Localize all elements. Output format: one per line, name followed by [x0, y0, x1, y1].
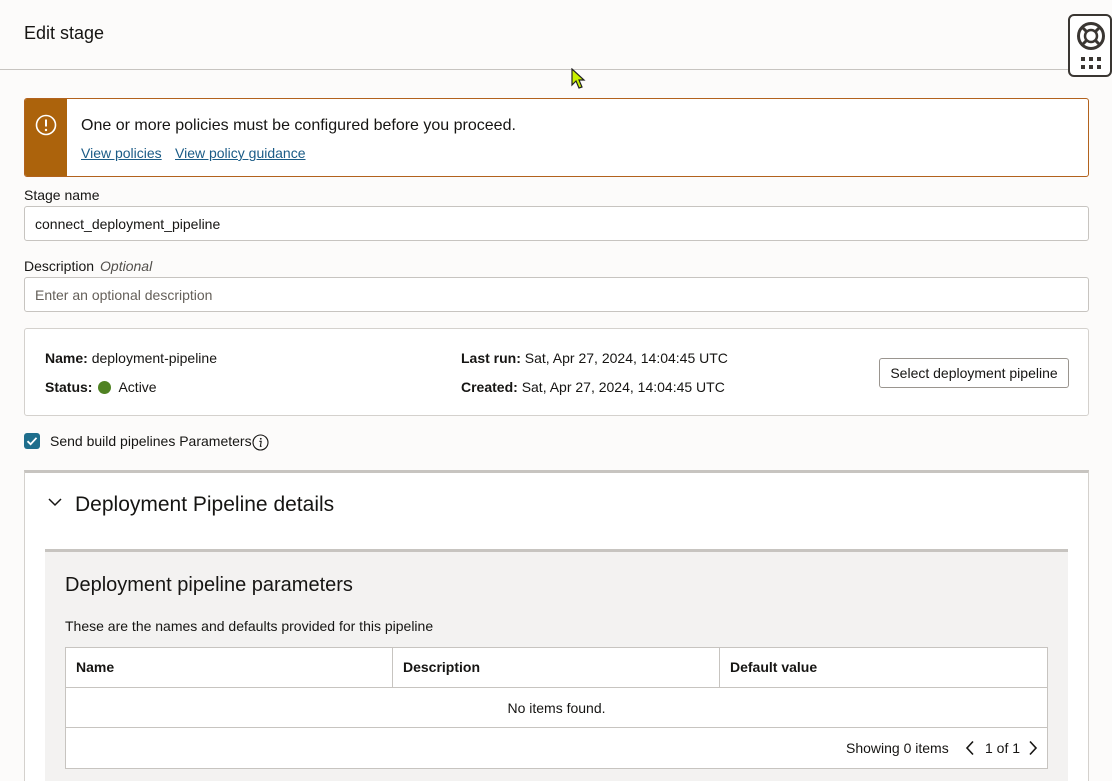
column-header-description[interactable]: Description [393, 648, 720, 687]
page-indicator: 1 of 1 [985, 740, 1021, 756]
status-label: Status: [45, 379, 93, 395]
send-params-checkbox[interactable] [24, 433, 40, 449]
mouse-cursor-icon [571, 68, 586, 89]
chevron-left-icon[interactable] [965, 740, 975, 756]
last-run-value: Sat, Apr 27, 2024, 14:04:45 UTC [524, 350, 728, 366]
page-header: Edit stage [0, 0, 1112, 70]
apps-grid-icon[interactable] [1081, 57, 1101, 71]
pipeline-last-run: Last run: Sat, Apr 27, 2024, 14:04:45 UT… [461, 350, 728, 366]
optional-hint: Optional [100, 258, 153, 274]
stage-name-input[interactable] [24, 206, 1089, 241]
pipeline-status: Status: Active [45, 379, 157, 395]
name-value: deployment-pipeline [91, 350, 217, 366]
created-value: Sat, Apr 27, 2024, 14:04:45 UTC [521, 379, 725, 395]
select-deployment-pipeline-button[interactable]: Select deployment pipeline [879, 358, 1069, 388]
lifebuoy-icon[interactable] [1076, 21, 1106, 51]
send-params-label: Send build pipelines Parameters [50, 433, 252, 449]
status-active-dot [98, 381, 112, 394]
section-title[interactable]: Deployment Pipeline details [75, 493, 334, 517]
parameters-panel: Deployment pipeline parameters These are… [45, 549, 1068, 781]
description-label-group: Description Optional [24, 258, 152, 274]
items-count: Showing 0 items [846, 740, 949, 756]
chevron-down-icon[interactable] [47, 497, 63, 507]
view-policies-link[interactable]: View policies [81, 145, 162, 161]
name-label: Name: [45, 350, 88, 366]
status-value: Active [118, 379, 157, 395]
pipeline-summary-card: Name: deployment-pipeline Status: Active… [24, 328, 1089, 416]
deployment-pipeline-details-section: Deployment Pipeline details Deployment p… [24, 470, 1089, 781]
stage-name-label: Stage name [24, 187, 100, 203]
alert-message: One or more policies must be configured … [81, 117, 516, 134]
description-label: Description [24, 258, 95, 274]
warning-icon [35, 114, 57, 136]
table-pagination: Showing 0 items 1 of 1 [66, 728, 1047, 768]
policy-warning-alert: One or more policies must be configured … [24, 98, 1089, 177]
pipeline-created: Created: Sat, Apr 27, 2024, 14:04:45 UTC [461, 379, 725, 395]
parameters-title: Deployment pipeline parameters [65, 574, 353, 596]
empty-state-row: No items found. [66, 688, 1047, 728]
help-widget[interactable] [1068, 14, 1112, 77]
checkmark-icon [26, 437, 38, 446]
parameters-table: Name Description Default value No items … [65, 647, 1048, 769]
view-policy-guidance-link[interactable]: View policy guidance [175, 145, 306, 161]
pipeline-name: Name: deployment-pipeline [45, 350, 217, 366]
description-input[interactable] [24, 277, 1089, 312]
last-run-label: Last run: [461, 350, 521, 366]
table-header: Name Description Default value [66, 648, 1047, 688]
created-label: Created: [461, 379, 518, 395]
info-icon[interactable] [252, 434, 269, 451]
alert-stripe [25, 99, 67, 176]
page-title: Edit stage [24, 23, 105, 43]
chevron-right-icon[interactable] [1028, 740, 1038, 756]
column-header-default-value[interactable]: Default value [720, 648, 1047, 687]
parameters-description: These are the names and defaults provide… [65, 618, 434, 634]
column-header-name[interactable]: Name [66, 648, 393, 687]
